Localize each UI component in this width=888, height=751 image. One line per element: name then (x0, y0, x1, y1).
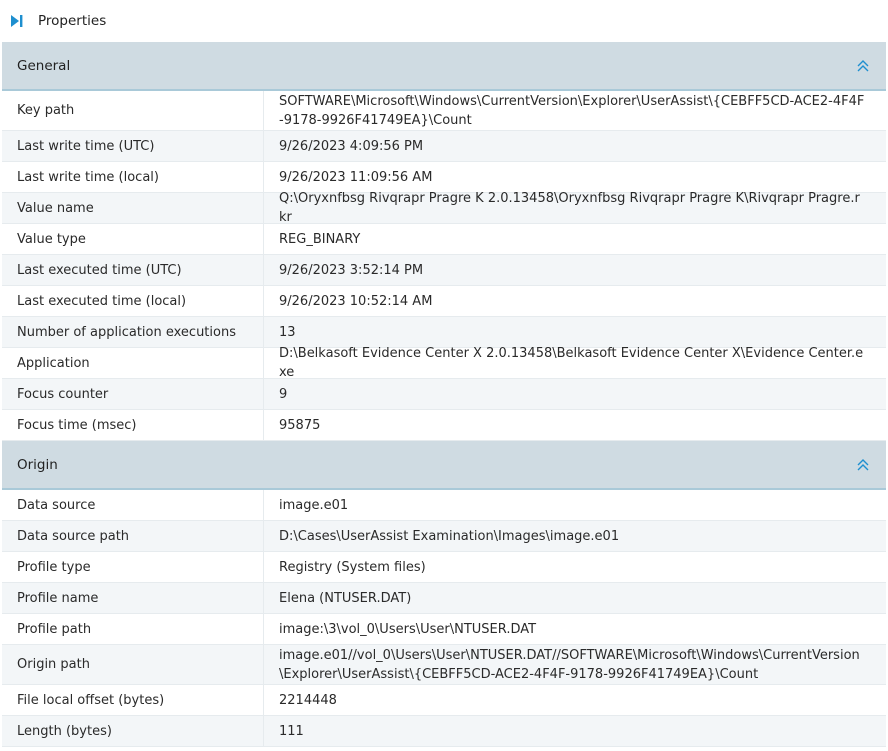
property-value: 9 (279, 386, 288, 402)
section-header-origin[interactable]: Origin (2, 441, 886, 490)
property-key: Profile path (2, 614, 264, 644)
property-key: Key path (2, 91, 264, 130)
property-value: 9/26/2023 10:52:14 AM (279, 293, 433, 309)
property-value: SOFTWARE\Microsoft\Windows\CurrentVersio… (279, 93, 865, 128)
property-value: 13 (279, 324, 296, 340)
property-key: Data source path (2, 521, 264, 551)
property-value: 2214448 (279, 692, 337, 708)
property-value: Registry (System files) (279, 559, 426, 575)
section-header-general[interactable]: General (2, 42, 886, 91)
property-row: Application D:\Belkasoft Evidence Center… (2, 346, 886, 380)
property-key: Focus time (msec) (2, 410, 264, 440)
property-key: Number of application executions (2, 317, 264, 347)
property-value: 9/26/2023 11:09:56 AM (279, 169, 433, 185)
property-value: image.e01 (279, 497, 349, 513)
property-key: File local offset (bytes) (2, 685, 264, 715)
property-list-general: Key path SOFTWARE\Microsoft\Windows\Curr… (2, 91, 886, 441)
pane-title-bar: Properties (0, 0, 888, 42)
property-key: Value name (2, 193, 264, 223)
property-row: Focus counter 9 (2, 379, 886, 410)
property-row: Key path SOFTWARE\Microsoft\Windows\Curr… (2, 91, 886, 131)
property-key: Last executed time (local) (2, 286, 264, 316)
property-row: Last executed time (local) 9/26/2023 10:… (2, 286, 886, 317)
property-key: Data source (2, 490, 264, 520)
property-row: Data source path D:\Cases\UserAssist Exa… (2, 521, 886, 552)
property-row: Profile name Elena (NTUSER.DAT) (2, 583, 886, 614)
chevron-up-icon[interactable] (856, 458, 870, 472)
property-key: Profile type (2, 552, 264, 582)
section-title: General (17, 57, 71, 74)
property-value: image:\3\vol_0\Users\User\NTUSER.DAT (279, 621, 537, 637)
property-key: Last executed time (UTC) (2, 255, 264, 285)
property-value: Q:\Oryxnfbsg Rivqrapr Pragre K 2.0.13458… (279, 191, 860, 225)
property-key: Length (bytes) (2, 716, 264, 746)
pane-expand-icon[interactable] (10, 14, 24, 28)
property-value: 9/26/2023 4:09:56 PM (279, 138, 424, 154)
property-row: Value name Q:\Oryxnfbsg Rivqrapr Pragre … (2, 191, 886, 225)
pane-title: Properties (38, 13, 107, 29)
property-value: D:\Cases\UserAssist Examination\Images\i… (279, 528, 620, 544)
property-value: 95875 (279, 417, 321, 433)
property-key: Application (2, 348, 264, 378)
property-row: Last executed time (UTC) 9/26/2023 3:52:… (2, 255, 886, 286)
property-key: Value type (2, 224, 264, 254)
property-row: Last write time (UTC) 9/26/2023 4:09:56 … (2, 131, 886, 162)
property-value: Elena (NTUSER.DAT) (279, 590, 412, 606)
property-value: REG_BINARY (279, 231, 361, 247)
property-value: image.e01//vol_0\Users\User\NTUSER.DAT//… (279, 647, 860, 682)
property-value: 9/26/2023 3:52:14 PM (279, 262, 424, 278)
property-key: Profile name (2, 583, 264, 613)
property-row: Focus time (msec) 95875 (2, 410, 886, 441)
property-row: Data source image.e01 (2, 490, 886, 521)
property-row: Length (bytes) 111 (2, 716, 886, 747)
section-title: Origin (17, 456, 58, 473)
property-list-origin: Data source image.e01 Data source path D… (2, 490, 886, 747)
chevron-up-icon[interactable] (856, 59, 870, 73)
property-value: 111 (279, 723, 304, 739)
properties-pane: Properties General Key path SOFTWARE\Mic… (0, 0, 888, 751)
property-key: Focus counter (2, 379, 264, 409)
property-row: Value type REG_BINARY (2, 224, 886, 255)
property-key: Last write time (UTC) (2, 131, 264, 161)
property-row: File local offset (bytes) 2214448 (2, 685, 886, 716)
property-row: Profile type Registry (System files) (2, 552, 886, 583)
property-key: Origin path (2, 645, 264, 684)
property-value: D:\Belkasoft Evidence Center X 2.0.13458… (279, 346, 864, 380)
property-row: Profile path image:\3\vol_0\Users\User\N… (2, 614, 886, 645)
property-row: Origin path image.e01//vol_0\Users\User\… (2, 645, 886, 685)
property-key: Last write time (local) (2, 162, 264, 192)
